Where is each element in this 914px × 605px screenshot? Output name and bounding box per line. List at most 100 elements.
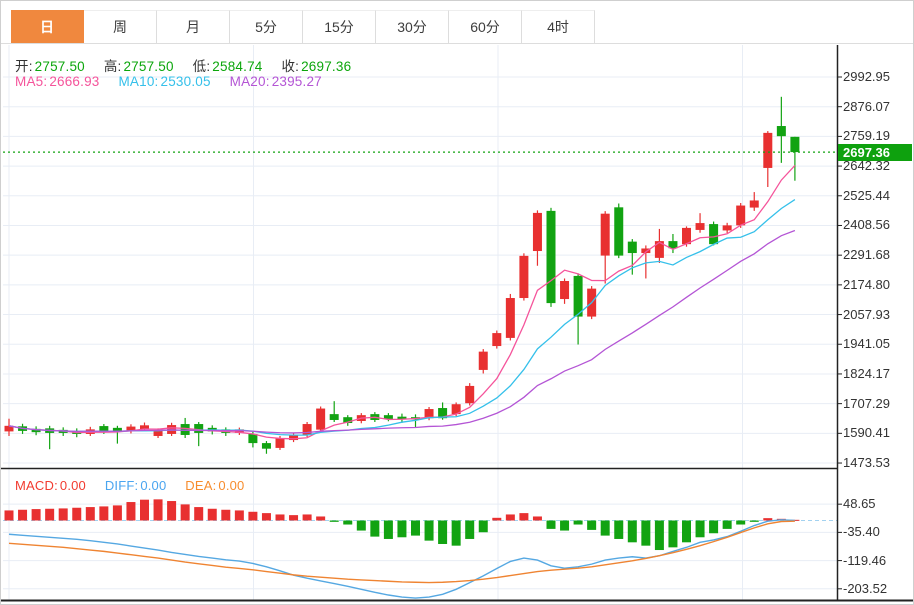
candle-body — [479, 352, 488, 370]
current-price-tag: 2697.36 — [838, 144, 912, 161]
tab-week[interactable]: 周 — [84, 10, 157, 43]
candle-body — [601, 214, 610, 256]
price-axis-label: 2992.95 — [843, 69, 913, 85]
macd-hist-bar — [32, 509, 41, 520]
ma10-line — [9, 200, 795, 436]
macd-hist-bar — [763, 518, 772, 520]
macd-hist-bar — [696, 521, 705, 538]
candle-body — [262, 443, 271, 449]
tab-4hour[interactable]: 4时 — [522, 10, 595, 43]
macd-hist-bar — [262, 513, 271, 520]
ohlc-legend: 开:2757.50 高:2757.50 低:2584.74 收:2697.36 — [15, 55, 366, 75]
macd-hist-bar — [641, 521, 650, 546]
macd-hist-bar — [370, 521, 379, 537]
candle-body — [519, 256, 528, 298]
macd-hist-bar — [668, 521, 677, 548]
ma20-line — [9, 231, 795, 433]
macd-hist-bar — [5, 510, 14, 520]
price-axis-label: 2759.19 — [843, 128, 913, 144]
macd-hist-bar — [59, 508, 68, 520]
ma20-legend: MA20:2395.27 — [230, 74, 322, 89]
macd-hist-bar — [736, 521, 745, 525]
macd-hist-bar — [113, 505, 122, 520]
macd-hist-bar — [438, 521, 447, 544]
macd-hist-bar — [330, 521, 339, 522]
candle-body — [723, 225, 732, 230]
candle-body — [628, 242, 637, 253]
close-value: 2697.36 — [301, 59, 351, 74]
candle-body — [736, 206, 745, 226]
candle-body — [763, 133, 772, 168]
macd-hist-bar — [560, 521, 569, 531]
macd-hist-bar — [208, 509, 217, 521]
tab-60min[interactable]: 60分 — [449, 10, 522, 43]
macd-axis-label: -35.40 — [843, 524, 913, 540]
candle-body — [790, 137, 799, 152]
candle-body — [181, 424, 190, 435]
dea-value-legend: DEA:0.00 — [185, 478, 244, 493]
macd-hist-bar — [357, 521, 366, 531]
macd-hist-bar — [519, 513, 528, 520]
candle-body — [777, 126, 786, 136]
tab-month[interactable]: 月 — [157, 10, 230, 43]
candle-body — [276, 438, 285, 448]
macd-hist-bar — [465, 521, 474, 539]
macd-hist-bar — [723, 521, 732, 529]
macd-hist-bar — [18, 510, 27, 521]
close-label: 收: — [281, 59, 299, 74]
macd-hist-bar — [154, 499, 163, 520]
macd-hist-bar — [303, 514, 312, 520]
price-axis-label: 1473.53 — [843, 455, 913, 471]
candle-body — [303, 424, 312, 435]
candle-body — [560, 281, 569, 299]
candle-body — [492, 333, 501, 346]
candle-body — [465, 386, 474, 403]
tab-day[interactable]: 日 — [11, 10, 84, 43]
candle-body — [316, 409, 325, 430]
macd-hist-bar — [140, 500, 149, 521]
macd-hist-bar — [587, 521, 596, 530]
tab-15min[interactable]: 15分 — [303, 10, 376, 43]
macd-hist-bar — [479, 521, 488, 533]
macd-hist-bar — [628, 521, 637, 543]
macd-hist-bar — [99, 506, 108, 520]
candle-body — [330, 414, 339, 420]
macd-axis-label: -203.52 — [843, 581, 913, 597]
low-label: 低: — [193, 59, 211, 74]
tab-30min[interactable]: 30分 — [376, 10, 449, 43]
candle-body — [696, 223, 705, 230]
macd-hist-bar — [397, 521, 406, 538]
macd-hist-bar — [276, 514, 285, 520]
candle-body — [533, 213, 542, 251]
macd-hist-bar — [126, 502, 135, 520]
price-axis-label: 2876.07 — [843, 99, 913, 115]
price-axis-label: 1707.29 — [843, 396, 913, 412]
tab-5min[interactable]: 5分 — [230, 10, 303, 43]
macd-hist-bar — [574, 521, 583, 525]
macd-hist-bar — [181, 504, 190, 520]
macd-hist-bar — [682, 521, 691, 543]
ma10-legend: MA10:2530.05 — [118, 74, 210, 89]
macd-hist-bar — [86, 507, 95, 520]
candle-body — [547, 211, 556, 303]
candle-body — [614, 207, 623, 255]
ma5-line — [9, 165, 795, 438]
macd-hist-bar — [194, 507, 203, 520]
price-axis-label: 2408.56 — [843, 217, 913, 233]
price-axis-label: 1941.05 — [843, 336, 913, 352]
macd-pane — [3, 499, 837, 598]
candlestick-chart-canvas[interactable] — [1, 1, 914, 605]
macd-hist-bar — [45, 509, 54, 521]
open-label: 开: — [15, 59, 33, 74]
macd-hist-bar — [425, 521, 434, 541]
macd-axis-label: -119.46 — [843, 553, 913, 569]
macd-hist-bar — [235, 510, 244, 520]
macd-hist-bar — [384, 521, 393, 539]
macd-hist-bar — [601, 521, 610, 536]
macd-hist-bar — [289, 515, 298, 520]
macd-hist-bar — [506, 514, 515, 520]
macd-hist-bar — [411, 521, 420, 536]
macd-hist-bar — [655, 521, 664, 551]
high-value: 2757.50 — [123, 59, 173, 74]
candle-body — [750, 200, 759, 207]
